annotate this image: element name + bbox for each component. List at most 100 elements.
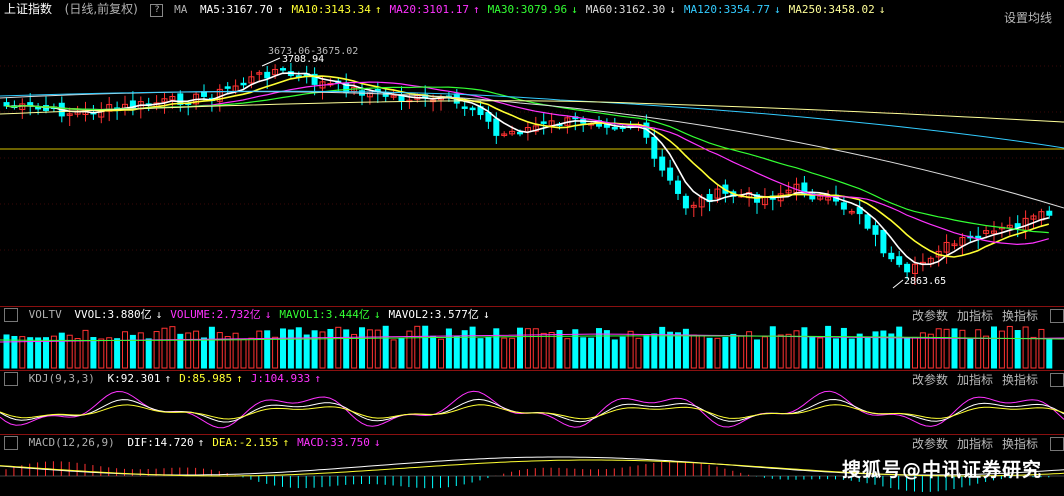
annotation-pointer [892, 279, 904, 289]
volume-bar [777, 334, 784, 369]
ma-arrow-icon: ↓ [571, 3, 578, 16]
ma-arrow-icon: ↓ [773, 3, 781, 16]
volume-bar [825, 325, 832, 369]
macd-header: MACD(12,26,9) DIF:14.720 ↑ DEA:-2.155 ↑ MACD… [4, 434, 389, 452]
volume-bar [438, 338, 444, 369]
candle [540, 121, 547, 124]
volume-bar [706, 337, 713, 369]
kdj-label-1: D:85.985 [179, 372, 233, 385]
ma-label-5: MA120:3354.77 [683, 3, 770, 16]
volume-bar [904, 337, 911, 369]
volume-bar [540, 332, 547, 369]
volume-bar [690, 334, 697, 369]
volume-bar [619, 336, 626, 369]
volume-close-icon[interactable] [1050, 309, 1064, 323]
candle [611, 126, 618, 130]
volume-bar [746, 331, 753, 369]
volume-bar [453, 335, 460, 369]
volume-bar [366, 329, 373, 369]
volume-bar [888, 333, 895, 369]
candle [1046, 210, 1053, 216]
volume-bar [833, 338, 839, 369]
volume-bar [667, 331, 674, 369]
volume-bar [896, 326, 903, 369]
volume-bar [351, 333, 358, 369]
volume-bar [501, 337, 508, 369]
panel-toggle-icon[interactable] [4, 308, 18, 322]
kdj-arrow-icon: ↑ [164, 372, 172, 385]
candle [659, 156, 666, 171]
volume-bar [935, 328, 942, 369]
candle [224, 86, 231, 89]
volume-bar [374, 329, 381, 369]
kdj-params-button[interactable]: 改参数 [912, 371, 948, 388]
volume-label-3: MAVOL2:3.577亿 [388, 308, 479, 321]
volume-bar [785, 333, 792, 369]
candle [872, 225, 879, 235]
volume-bar [659, 326, 666, 369]
volume-bar [311, 330, 318, 369]
volume-bar [27, 337, 34, 369]
candle [461, 106, 468, 109]
volume-bar [572, 329, 579, 369]
volume-bar [548, 332, 555, 369]
candle [896, 256, 903, 265]
volume-bar [975, 329, 982, 369]
volume-bar [912, 336, 918, 369]
volume-bar [927, 333, 934, 369]
volume-bar [738, 335, 745, 369]
volume-bar [722, 336, 729, 369]
candlestick-chart[interactable]: 3708.943673.06-3675.022863.65 [0, 18, 1064, 306]
indicator-name: MA [174, 3, 188, 16]
volume-bar [848, 338, 855, 369]
volume-bar [1014, 330, 1021, 369]
kdj-header: KDJ(9,3,3) K:92.301 ↑ D:85.985 ↑ J:104.933 ↑ [4, 370, 329, 388]
kdj-close-icon[interactable] [1050, 373, 1064, 387]
macd-swap-button[interactable]: 换指标 [1002, 435, 1038, 452]
volume-bar [43, 337, 49, 369]
volume-bar [327, 328, 334, 369]
ma-arrow-icon: ↓ [878, 3, 886, 16]
macd-legend: DIF:14.720 ↑ DEA:-2.155 ↑ MACD:33.750 ↓ [127, 436, 388, 449]
panel-toggle-icon[interactable] [4, 436, 18, 450]
volume-arrow-icon: ↓ [482, 308, 490, 321]
index-name[interactable]: 上证指数 [4, 0, 52, 18]
kdj-label-2: J:104.933 [250, 372, 311, 385]
macd-indicator-name: MACD(12,26,9) [28, 436, 115, 449]
volume-bar [477, 338, 484, 369]
volume-add-button[interactable]: 加指标 [957, 307, 993, 324]
candle [675, 180, 681, 194]
volume-bar [240, 338, 247, 369]
ma-label-6: MA250:3458.02 [788, 3, 875, 16]
macd-add-button[interactable]: 加指标 [957, 435, 993, 452]
macd-label-0: DIF:14.720 [127, 436, 194, 449]
macd-params-button[interactable]: 改参数 [912, 435, 948, 452]
volume-bar [98, 338, 105, 369]
volume-swap-button[interactable]: 换指标 [1002, 307, 1038, 324]
volume-bar [382, 325, 389, 369]
ma-arrow-icon: ↑ [276, 3, 284, 16]
volume-bar [216, 332, 223, 369]
macd-close-icon[interactable] [1050, 437, 1064, 451]
kdj-swap-button[interactable]: 换指标 [1002, 371, 1038, 388]
volume-bar [1038, 328, 1045, 369]
volume-bar [90, 337, 97, 369]
volume-chart[interactable] [0, 324, 1064, 370]
volume-arrow-icon: ↓ [264, 308, 272, 321]
volume-legend: VVOL:3.880亿 ↓ VOLUME:2.732亿 ↓ MAVOL1:3.444亿 ↓… [74, 308, 497, 321]
macd-label-2: MACD:33.750 [297, 436, 370, 449]
panel-toggle-icon[interactable] [4, 372, 18, 386]
candle [240, 82, 247, 86]
volume-bar [730, 333, 737, 369]
kdj-chart[interactable] [0, 388, 1064, 434]
volume-bar [169, 326, 176, 369]
kdj-add-button[interactable]: 加指标 [957, 371, 993, 388]
volume-bar [1030, 336, 1037, 369]
volume-bar [627, 330, 634, 369]
candle [264, 71, 271, 79]
volume-params-button[interactable]: 改参数 [912, 307, 948, 324]
volume-bar [272, 336, 279, 369]
volume-bar [82, 329, 89, 369]
help-icon[interactable]: ? [150, 3, 164, 17]
main-chart-header: 上证指数 (日线,前复权) ? MA MA5:3167.70 ↑ MA10:3143… [4, 0, 893, 18]
